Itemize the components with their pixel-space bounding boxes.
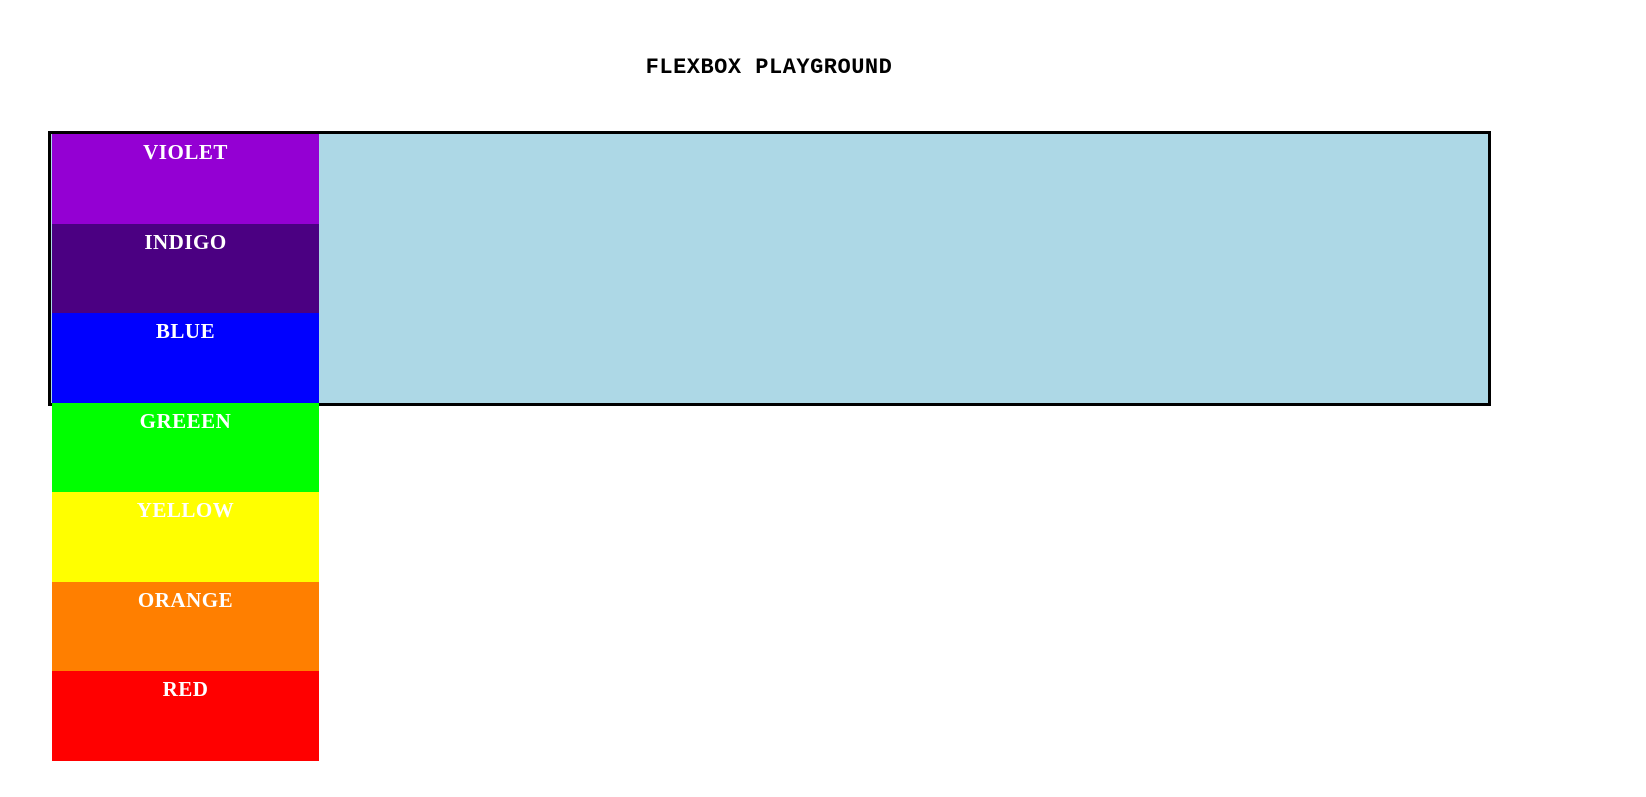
box-blue: BLUE [52,313,319,403]
box-green: GREEEN [52,402,319,492]
box-violet: VIOLET [52,134,319,224]
page-title: FLEXBOX PLAYGROUND [645,55,893,80]
box-indigo: INDIGO [52,223,319,313]
box-red: RED [52,671,319,761]
box-yellow: YELLOW [52,492,319,582]
box-orange: ORANGE [52,581,319,671]
